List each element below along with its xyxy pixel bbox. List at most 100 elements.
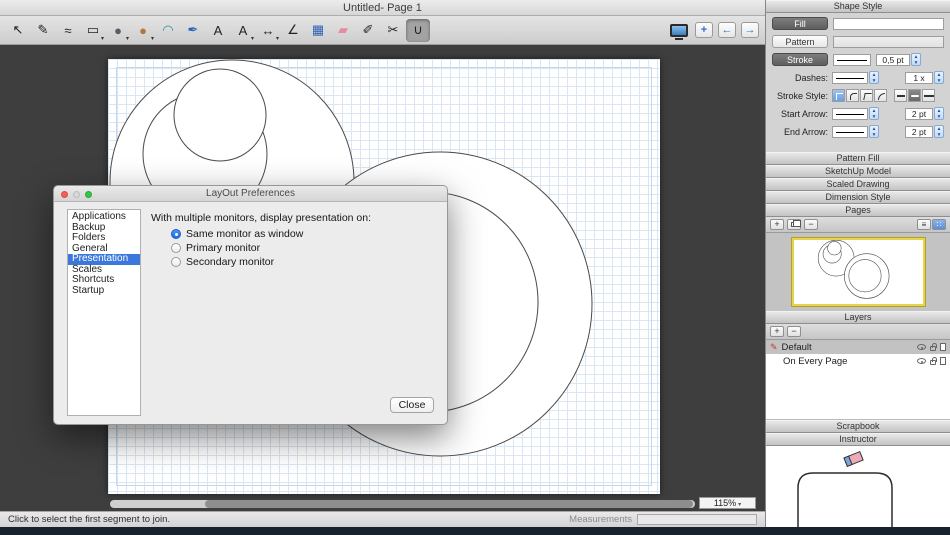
zoom-level-control[interactable]: 115%▾	[699, 497, 756, 509]
tray-header-shape-style[interactable]: Shape Style	[766, 0, 950, 13]
layer-visibility-icon[interactable]	[917, 344, 926, 350]
text-tool[interactable]: A	[206, 19, 230, 42]
end-arrow-select[interactable]	[832, 126, 868, 138]
zoom-value: 115%	[714, 498, 736, 508]
monitor-option-radio-1[interactable]	[171, 243, 181, 253]
measurements-input[interactable]	[637, 514, 757, 525]
duplicate-page-button[interactable]	[787, 219, 801, 230]
layer-lock-icon[interactable]	[930, 346, 936, 351]
style-tool[interactable]: ✐	[356, 19, 380, 42]
zoom-window-traffic-light[interactable]	[85, 191, 92, 198]
dialog-titlebar[interactable]: LayOut Preferences	[54, 186, 447, 202]
layer-share-icon[interactable]	[940, 357, 946, 365]
layer-row[interactable]: ✎Default	[766, 340, 950, 354]
monitor-option-radio-2[interactable]	[171, 257, 181, 267]
tray-header-pattern-fill[interactable]: Pattern Fill	[766, 152, 950, 165]
layer-row[interactable]: On Every Page	[766, 354, 950, 368]
close-window-traffic-light[interactable]	[61, 191, 68, 198]
monitor-option-row: Primary monitor	[171, 241, 303, 255]
angular-dimension-tool[interactable]: ∠	[281, 19, 305, 42]
stroke-join-bevel-button[interactable]	[860, 89, 873, 102]
measurements-label: Measurements	[569, 514, 632, 525]
tray-header-scrapbook[interactable]: Scrapbook	[766, 420, 950, 433]
pages-list-view-button[interactable]: ≡	[917, 219, 931, 230]
join-tool[interactable]: ∪	[406, 19, 430, 42]
add-page-button[interactable]: +	[695, 22, 713, 38]
layer-visibility-icon[interactable]	[917, 358, 926, 364]
delete-layer-button[interactable]: −	[787, 326, 801, 337]
pages-grid-view-button[interactable]: ∷	[932, 219, 946, 230]
window-titlebar[interactable]: Untitled- Page 1	[0, 0, 765, 16]
pref-item-presentation[interactable]: Presentation	[68, 254, 140, 265]
fill-button[interactable]: Fill	[772, 17, 828, 30]
dimension-tool[interactable]: ↔▾	[256, 19, 280, 42]
rectangle-tool[interactable]: ▭▾	[81, 19, 105, 42]
pref-item-applications[interactable]: Applications	[68, 212, 140, 223]
pattern-button[interactable]: Pattern	[772, 35, 828, 48]
pref-item-folders[interactable]: Folders	[68, 233, 140, 244]
tray-header-scaled-drawing[interactable]: Scaled Drawing	[766, 178, 950, 191]
previous-page-button[interactable]: ←	[718, 22, 736, 38]
offset-tool[interactable]: ◠	[156, 19, 180, 42]
pen-tool[interactable]: ✒	[181, 19, 205, 42]
select-tool[interactable]: ↖	[6, 19, 30, 42]
layer-share-icon[interactable]	[940, 343, 946, 351]
stroke-width-stepper[interactable]: ▴ ▾	[911, 53, 921, 66]
start-presentation-button[interactable]	[670, 24, 688, 37]
eraser-tool[interactable]: ▰	[331, 19, 355, 42]
stroke-color-swatch[interactable]	[833, 54, 871, 66]
add-layer-button[interactable]: +	[770, 326, 784, 337]
end-arrow-size-stepper[interactable]: ▴ ▾	[934, 125, 944, 138]
start-arrow-size-stepper[interactable]: ▴ ▾	[934, 107, 944, 120]
page-thumbnail[interactable]	[792, 238, 925, 306]
dash-pattern-stepper[interactable]: ▴ ▾	[869, 71, 879, 84]
pattern-swatch[interactable]	[833, 36, 944, 48]
close-button[interactable]: Close	[390, 397, 434, 413]
table-tool[interactable]: ▦	[306, 19, 330, 42]
stroke-join-arc-button[interactable]	[874, 89, 887, 102]
layer-lock-icon[interactable]	[930, 360, 936, 365]
line-tool[interactable]: ✎	[31, 19, 55, 42]
split-tool[interactable]: ✂	[381, 19, 405, 42]
stroke-join-miter-button[interactable]	[832, 89, 845, 102]
tray-header-layers[interactable]: Layers	[766, 311, 950, 324]
stroke-join-round-button[interactable]	[846, 89, 859, 102]
dash-scale-stepper[interactable]: ▴ ▾	[934, 71, 944, 84]
monitor-option-radio-0[interactable]	[171, 229, 181, 239]
stroke-button[interactable]: Stroke	[772, 53, 828, 66]
stepper-down-icon: ▾	[870, 78, 878, 84]
delete-page-button[interactable]: −	[804, 219, 818, 230]
tray-header-dimension-style[interactable]: Dimension Style	[766, 191, 950, 204]
start-arrow-size-value[interactable]: 2 pt	[905, 108, 933, 120]
freehand-tool[interactable]: ≈	[56, 19, 80, 42]
polygon-tool[interactable]: ●▾	[131, 19, 155, 42]
stroke-cap-square-button[interactable]	[922, 89, 935, 102]
circle-tool[interactable]: ●▾	[106, 19, 130, 42]
page-thumbnail-drawing	[794, 240, 923, 304]
add-page-inspector-button[interactable]: +	[770, 219, 784, 230]
status-hint: Click to select the first segment to joi…	[8, 514, 170, 525]
horizontal-scrollbar-thumb[interactable]	[205, 500, 693, 508]
horizontal-scrollbar[interactable]	[110, 500, 695, 508]
stroke-cap-round-button[interactable]	[908, 89, 921, 102]
end-arrow-stepper[interactable]: ▴ ▾	[869, 125, 879, 138]
label-tool[interactable]: A▾	[231, 19, 255, 42]
stroke-cap-butt-button[interactable]	[894, 89, 907, 102]
pref-item-startup[interactable]: Startup	[68, 286, 140, 297]
angular-dimension-icon: ∠	[287, 22, 299, 38]
stroke-width-value[interactable]: 0,5 pt	[876, 54, 910, 66]
join-icon: ∪	[413, 22, 423, 38]
stepper-down-icon: ▾	[912, 60, 920, 66]
tray-header-instructor[interactable]: Instructor	[766, 433, 950, 446]
pref-item-shortcuts[interactable]: Shortcuts	[68, 275, 140, 286]
dash-scale-value[interactable]: 1 x	[905, 72, 933, 84]
tray-header-sketchup-model[interactable]: SketchUp Model	[766, 165, 950, 178]
dash-pattern-select[interactable]	[832, 72, 868, 84]
next-page-button[interactable]: →	[741, 22, 759, 38]
end-arrow-size-value[interactable]: 2 pt	[905, 126, 933, 138]
fill-color-swatch[interactable]	[833, 18, 944, 30]
start-arrow-select[interactable]	[832, 108, 868, 120]
minimize-window-traffic-light[interactable]	[73, 191, 80, 198]
start-arrow-stepper[interactable]: ▴ ▾	[869, 107, 879, 120]
tray-header-pages[interactable]: Pages	[766, 204, 950, 217]
